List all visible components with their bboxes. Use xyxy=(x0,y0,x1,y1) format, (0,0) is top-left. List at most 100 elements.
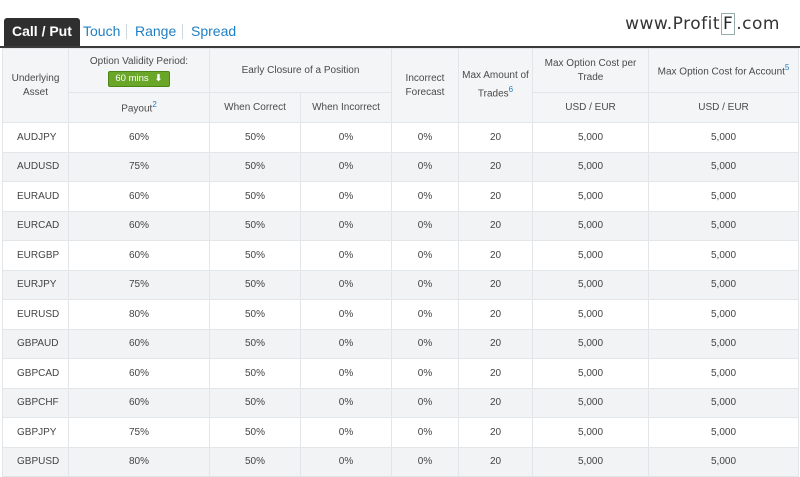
cell-asset: GBPCHF xyxy=(2,387,69,418)
cell-max-cost-account: 5,000 xyxy=(648,151,799,182)
cell-when-correct: 50% xyxy=(209,358,301,389)
cell-when-incorrect: 0% xyxy=(300,328,392,359)
cell-max-cost-trade: 5,000 xyxy=(532,210,649,241)
tab-spread[interactable]: Spread xyxy=(191,18,236,46)
cell-max-cost-account: 5,000 xyxy=(648,417,799,448)
cell-payout: 60% xyxy=(68,210,210,241)
table-row: GBPCHF 60% 50% 0% 0% 20 5,000 5,000 xyxy=(2,387,799,418)
cell-max-trades: 20 xyxy=(458,358,533,389)
cell-payout: 75% xyxy=(68,269,210,300)
table-row: EURAUD 60% 50% 0% 0% 20 5,000 5,000 xyxy=(2,181,799,212)
cell-max-trades: 20 xyxy=(458,299,533,330)
cell-incorrect-forecast: 0% xyxy=(391,299,459,330)
brand-suffix: .com xyxy=(736,14,780,34)
table-row: GBPJPY 75% 50% 0% 0% 20 5,000 5,000 xyxy=(2,417,799,448)
table-row: AUDJPY 60% 50% 0% 0% 20 5,000 5,000 xyxy=(2,122,799,153)
cell-asset: GBPAUD xyxy=(2,328,69,359)
cell-max-cost-account: 5,000 xyxy=(648,122,799,153)
cell-when-correct: 50% xyxy=(209,181,301,212)
cell-asset: GBPUSD xyxy=(2,446,69,477)
cell-max-trades: 20 xyxy=(458,181,533,212)
header-underlying-asset: Underlying Asset xyxy=(2,48,69,123)
cell-max-trades: 20 xyxy=(458,151,533,182)
cell-incorrect-forecast: 0% xyxy=(391,181,459,212)
brand-prefix: www.Profit xyxy=(625,14,720,34)
cell-incorrect-forecast: 0% xyxy=(391,122,459,153)
header-option-validity-label: Option Validity Period: xyxy=(89,55,189,67)
cell-when-correct: 50% xyxy=(209,417,301,448)
tab-range[interactable]: Range xyxy=(135,18,176,46)
header-when-correct: When Correct xyxy=(209,92,301,123)
cell-asset: AUDJPY xyxy=(2,122,69,153)
cell-max-cost-trade: 5,000 xyxy=(532,122,649,153)
cell-incorrect-forecast: 0% xyxy=(391,328,459,359)
header-currency-trade: USD / EUR xyxy=(532,92,649,123)
header-max-cost-account: Max Option Cost for Account5 xyxy=(648,48,799,93)
arrow-down-icon: ⬇ xyxy=(154,72,163,84)
cell-when-incorrect: 0% xyxy=(300,358,392,389)
cell-max-cost-account: 5,000 xyxy=(648,299,799,330)
header-max-cost-trade: Max Option Cost per Trade xyxy=(532,48,649,93)
tab-call-put[interactable]: Call / Put xyxy=(4,18,80,46)
table-row: GBPCAD 60% 50% 0% 0% 20 5,000 5,000 xyxy=(2,358,799,389)
cell-max-trades: 20 xyxy=(458,269,533,300)
cell-incorrect-forecast: 0% xyxy=(391,151,459,182)
footnote-marker[interactable]: 2 xyxy=(152,100,156,109)
header-incorrect-forecast: Incorrect Forecast xyxy=(391,48,459,123)
cell-when-correct: 50% xyxy=(209,299,301,330)
cell-when-incorrect: 0% xyxy=(300,240,392,271)
cell-asset: EURAUD xyxy=(2,181,69,212)
header-payout-label: Payout xyxy=(121,103,153,115)
cell-when-correct: 50% xyxy=(209,210,301,241)
cell-incorrect-forecast: 0% xyxy=(391,387,459,418)
cell-max-trades: 20 xyxy=(458,210,533,241)
cell-payout: 60% xyxy=(68,358,210,389)
cell-asset: GBPCAD xyxy=(2,358,69,389)
cell-when-incorrect: 0% xyxy=(300,269,392,300)
cell-when-incorrect: 0% xyxy=(300,299,392,330)
tab-bar: Call / Put Touch Range Spread www.Profit… xyxy=(0,0,800,48)
cell-max-cost-trade: 5,000 xyxy=(532,328,649,359)
cell-max-cost-trade: 5,000 xyxy=(532,299,649,330)
cell-when-incorrect: 0% xyxy=(300,181,392,212)
table-row: GBPAUD 60% 50% 0% 0% 20 5,000 5,000 xyxy=(2,328,799,359)
payout-table: Underlying Asset Option Validity Period:… xyxy=(2,48,799,477)
cell-incorrect-forecast: 0% xyxy=(391,358,459,389)
table-row: EURJPY 75% 50% 0% 0% 20 5,000 5,000 xyxy=(2,269,799,300)
table-row: AUDUSD 75% 50% 0% 0% 20 5,000 5,000 xyxy=(2,151,799,182)
cell-max-cost-trade: 5,000 xyxy=(532,269,649,300)
cell-max-trades: 20 xyxy=(458,387,533,418)
cell-when-correct: 50% xyxy=(209,328,301,359)
footnote-marker[interactable]: 6 xyxy=(509,85,513,94)
cell-max-cost-trade: 5,000 xyxy=(532,181,649,212)
cell-max-cost-account: 5,000 xyxy=(648,446,799,477)
cell-incorrect-forecast: 0% xyxy=(391,417,459,448)
tab-separator xyxy=(126,24,127,39)
cell-max-trades: 20 xyxy=(458,446,533,477)
cell-payout: 75% xyxy=(68,417,210,448)
cell-max-cost-trade: 5,000 xyxy=(532,446,649,477)
cell-payout: 75% xyxy=(68,151,210,182)
header-max-cost-account-label: Max Option Cost for Account xyxy=(657,66,785,78)
cell-max-cost-account: 5,000 xyxy=(648,269,799,300)
cell-when-correct: 50% xyxy=(209,240,301,271)
validity-period-dropdown[interactable]: 60 mins ⬇ xyxy=(108,70,170,87)
cell-max-cost-account: 5,000 xyxy=(648,387,799,418)
tab-touch[interactable]: Touch xyxy=(83,18,120,46)
validity-period-value: 60 mins xyxy=(115,72,149,84)
footnote-marker[interactable]: 5 xyxy=(785,63,789,72)
cell-payout: 60% xyxy=(68,387,210,418)
cell-incorrect-forecast: 0% xyxy=(391,240,459,271)
cell-max-cost-trade: 5,000 xyxy=(532,151,649,182)
header-currency-account: USD / EUR xyxy=(648,92,799,123)
cell-max-cost-trade: 5,000 xyxy=(532,387,649,418)
header-option-validity: Option Validity Period: 60 mins ⬇ xyxy=(68,48,210,93)
cell-when-incorrect: 0% xyxy=(300,446,392,477)
cell-asset: EURJPY xyxy=(2,269,69,300)
cell-asset: EURCAD xyxy=(2,210,69,241)
header-max-trades-label: Max Amount of Trades xyxy=(462,70,529,100)
cell-max-cost-trade: 5,000 xyxy=(532,240,649,271)
table-row: EURGBP 60% 50% 0% 0% 20 5,000 5,000 xyxy=(2,240,799,271)
cell-max-cost-account: 5,000 xyxy=(648,328,799,359)
cell-max-trades: 20 xyxy=(458,240,533,271)
